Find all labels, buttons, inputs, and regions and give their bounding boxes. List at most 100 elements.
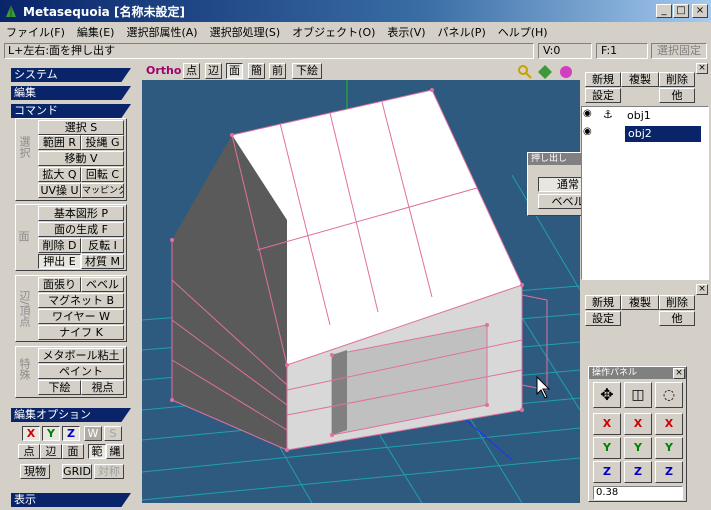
rotate-x-button[interactable]: X <box>655 413 683 435</box>
edge-mode-toggle[interactable]: 辺 <box>40 444 62 459</box>
face-mode-toggle[interactable]: 面 <box>62 444 84 459</box>
face-generate-button[interactable]: 面の生成 F <box>38 222 124 237</box>
world-toggle[interactable]: W <box>84 426 102 441</box>
rotate-view-icon[interactable] <box>558 64 574 80</box>
scale-x-button[interactable]: X <box>624 413 652 435</box>
minimize-button[interactable]: _ <box>656 4 672 18</box>
move-handle-icon[interactable]: ✥ <box>593 382 621 408</box>
uv-operation-button[interactable]: UV操 U <box>38 183 81 198</box>
scale-handle-icon[interactable]: ◫ <box>624 382 652 408</box>
rotate-button[interactable]: 回転 C <box>81 167 124 182</box>
menu-view[interactable]: 表示(V) <box>381 24 431 40</box>
object-settings-button[interactable]: 設定 <box>585 88 621 103</box>
point-mode-toggle[interactable]: 点 <box>18 444 40 459</box>
section-display[interactable]: 表示 <box>11 493 131 507</box>
extruded-door-side <box>332 350 347 435</box>
lasso-button[interactable]: 投縄 G <box>81 135 124 150</box>
menu-help[interactable]: ヘルプ(H) <box>492 24 554 40</box>
menu-object[interactable]: オブジェクト(O) <box>286 24 381 40</box>
view-front-toggle[interactable]: 前 <box>269 63 286 79</box>
viewport-scene[interactable] <box>142 80 580 503</box>
range-mode-toggle[interactable]: 範 <box>88 444 106 459</box>
material-copy-button[interactable]: 複製 <box>621 295 659 310</box>
axis-z-toggle[interactable]: Z <box>62 426 80 441</box>
maximize-button[interactable]: □ <box>673 4 689 18</box>
grid-toggle[interactable]: GRID <box>62 464 92 479</box>
object-item-obj1[interactable]: obj1 <box>627 109 651 122</box>
group-edge-vertex-label: 辺/頂点 <box>18 290 31 327</box>
material-other-button[interactable]: 他 <box>659 311 695 326</box>
extrude-button[interactable]: 押出 E <box>38 254 81 269</box>
stretch-face-button[interactable]: 面張り <box>38 277 81 292</box>
magnet-button[interactable]: マグネット B <box>38 293 124 308</box>
view-edge-toggle[interactable]: 辺 <box>205 63 222 79</box>
menu-selection-attribute[interactable]: 選択部属性(A) <box>120 24 203 40</box>
move-x-button[interactable]: X <box>593 413 621 435</box>
symmetry-toggle[interactable]: 対称 <box>94 464 124 479</box>
menu-panel[interactable]: パネル(P) <box>432 24 492 40</box>
section-edit-options[interactable]: 編集オプション <box>11 408 131 422</box>
knife-button[interactable]: ナイフ K <box>38 325 124 340</box>
select-button[interactable]: 選択 S <box>38 120 124 135</box>
move-z-button[interactable]: Z <box>593 461 621 483</box>
view-sketch-toggle[interactable]: 下絵 <box>292 63 322 79</box>
3d-viewport[interactable] <box>142 80 580 503</box>
selection-lock-button[interactable]: 選択固定 <box>651 43 707 59</box>
flip-button[interactable]: 反転 I <box>81 238 124 253</box>
delete-button[interactable]: 削除 D <box>38 238 81 253</box>
obj2-visible-eye-icon[interactable]: ◉ <box>583 126 599 142</box>
metaball-button[interactable]: メタボール粘土 <box>38 348 124 363</box>
screen-toggle[interactable]: S <box>104 426 122 441</box>
pan-icon[interactable] <box>537 64 553 80</box>
material-panel-close[interactable]: × <box>696 284 708 295</box>
axis-y-toggle[interactable]: Y <box>42 426 60 441</box>
wire-button[interactable]: ワイヤー W <box>38 309 124 324</box>
menu-edit[interactable]: 編集(E) <box>71 24 121 40</box>
scale-button[interactable]: 拡大 Q <box>38 167 81 182</box>
obj1-lock-icon[interactable]: ⚓ <box>603 108 619 124</box>
material-button[interactable]: 材質 M <box>81 254 124 269</box>
rotate-handle-icon[interactable]: ◌ <box>655 382 683 408</box>
close-button[interactable]: × <box>692 4 708 18</box>
material-delete-button[interactable]: 削除 <box>659 295 695 310</box>
object-panel-close[interactable]: × <box>696 63 708 74</box>
section-system[interactable]: システム <box>11 68 131 82</box>
view-point-toggle[interactable]: 点 <box>183 63 200 79</box>
primitive-button[interactable]: 基本図形 P <box>38 206 124 221</box>
object-delete-button[interactable]: 削除 <box>659 72 695 87</box>
mapping-button[interactable]: マッピング <box>81 183 124 198</box>
bevel-tool-button[interactable]: ベベル <box>81 277 124 292</box>
zoom-icon[interactable] <box>517 64 533 80</box>
object-item-obj2[interactable]: obj2 <box>625 126 701 142</box>
scale-y-button[interactable]: Y <box>624 437 652 459</box>
scale-z-button[interactable]: Z <box>624 461 652 483</box>
move-y-button[interactable]: Y <box>593 437 621 459</box>
menu-file[interactable]: ファイル(F) <box>0 24 71 40</box>
material-new-button[interactable]: 新規 <box>585 295 621 310</box>
operation-value-field[interactable]: 0.38 <box>593 486 683 500</box>
object-other-button[interactable]: 他 <box>659 88 695 103</box>
operation-panel: 操作パネル × ✥ ◫ ◌ X X X Y Y Y Z Z Z 0.38 <box>588 366 687 502</box>
axis-x-toggle[interactable]: X <box>22 426 40 441</box>
paint-button[interactable]: ペイント <box>38 364 124 379</box>
obj1-visible-eye-icon[interactable]: ◉ <box>583 108 599 124</box>
menu-selection-process[interactable]: 選択部処理(S) <box>204 24 287 40</box>
range-button[interactable]: 範囲 R <box>38 135 81 150</box>
viewpoint-button[interactable]: 視点 <box>81 380 124 395</box>
current-object-toggle[interactable]: 現物 <box>20 464 50 479</box>
move-button[interactable]: 移動 V <box>38 151 124 166</box>
operation-panel-close[interactable]: × <box>673 368 685 379</box>
view-face-toggle[interactable]: 面 <box>226 63 243 79</box>
operation-panel-title: 操作パネル <box>589 367 686 379</box>
object-new-button[interactable]: 新規 <box>585 72 621 87</box>
rotate-y-button[interactable]: Y <box>655 437 683 459</box>
lasso-mode-toggle[interactable]: 縄 <box>106 444 124 459</box>
ortho-label[interactable]: Ortho <box>146 64 181 77</box>
rotate-z-button[interactable]: Z <box>655 461 683 483</box>
material-settings-button[interactable]: 設定 <box>585 311 621 326</box>
section-command[interactable]: コマンド <box>11 104 131 118</box>
sketch-button[interactable]: 下絵 <box>38 380 81 395</box>
object-copy-button[interactable]: 複製 <box>621 72 659 87</box>
section-edit[interactable]: 編集 <box>11 86 131 100</box>
view-simple-toggle[interactable]: 簡 <box>248 63 265 79</box>
